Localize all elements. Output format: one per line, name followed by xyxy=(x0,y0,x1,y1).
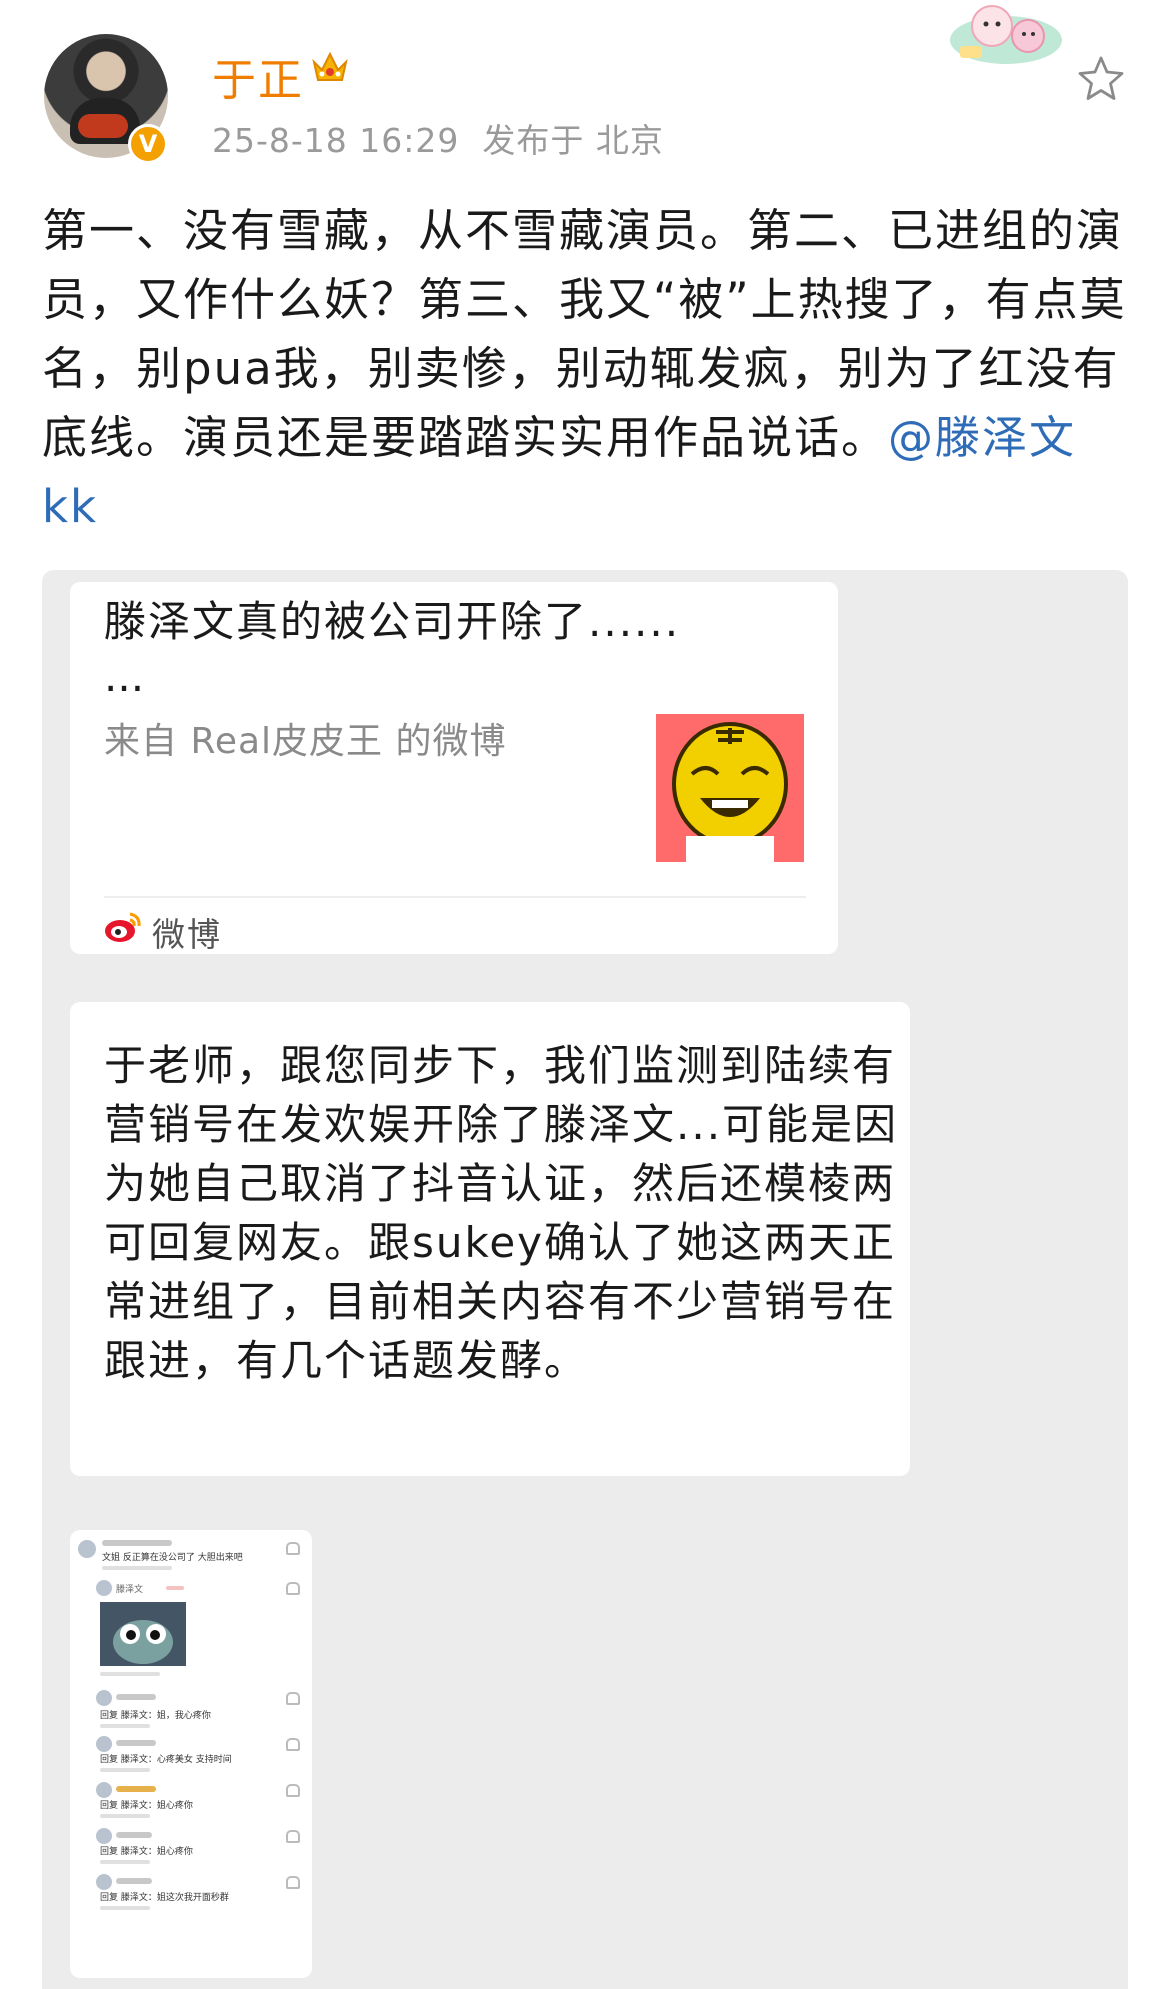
shared-card-title-continued: ... xyxy=(104,652,145,701)
replier-avatar xyxy=(96,1828,112,1844)
like-icon[interactable] xyxy=(286,1542,300,1555)
replier-avatar xyxy=(96,1690,112,1706)
shared-card-title: 滕泽文真的被公司开除了...... xyxy=(104,597,681,646)
like-icon[interactable] xyxy=(286,1582,300,1595)
reply-text: 回复 滕泽文：姐心疼你 xyxy=(100,1801,193,1811)
top-comment-text: 文姐 反正算在没公司了 大胆出来吧 xyxy=(102,1553,243,1563)
like-icon[interactable] xyxy=(286,1738,300,1751)
sticker-decoration xyxy=(950,5,1062,64)
comment-meta xyxy=(102,1566,172,1570)
replier-name xyxy=(116,1832,152,1838)
commenter-name xyxy=(102,1540,172,1546)
crown-icon xyxy=(312,51,348,81)
comment-meta xyxy=(100,1724,150,1728)
comment-meta xyxy=(100,1906,150,1910)
author-avatar xyxy=(96,1580,112,1596)
meme-image xyxy=(100,1602,186,1666)
location-prefix: 发布于 xyxy=(482,121,585,160)
comment-meta xyxy=(100,1814,150,1818)
weibo-brand-label: 微博 xyxy=(152,915,222,954)
weibo-logo-icon xyxy=(105,912,141,942)
replier-name xyxy=(116,1786,156,1792)
like-icon[interactable] xyxy=(286,1692,300,1705)
like-icon[interactable] xyxy=(286,1830,300,1843)
chat-message-text: 于老师，跟您同步下，我们监测到陆续有营销号在发欢娱开除了滕泽文...可能是因为她… xyxy=(104,1041,899,1385)
comment-screenshot[interactable]: 文姐 反正算在没公司了 大胆出来吧 滕泽文 回复 滕泽文：姐，我心疼你 回复 滕… xyxy=(70,1530,312,1978)
reply-text: 回复 滕泽文：姐心疼你 xyxy=(100,1847,193,1857)
commenter-avatar xyxy=(78,1540,96,1558)
reply-text: 回复 滕泽文：心疼美女 支持时间 xyxy=(100,1755,232,1765)
star-icon[interactable] xyxy=(1076,54,1126,104)
cartoon-face-thumbnail xyxy=(656,714,804,862)
author-badge xyxy=(166,1586,184,1590)
verified-badge-icon: V xyxy=(128,124,168,164)
chat-message-bubble: 于老师，跟您同步下，我们监测到陆续有营销号在发欢娱开除了滕泽文...可能是因为她… xyxy=(70,1002,910,1476)
replier-avatar xyxy=(96,1874,112,1890)
post-meta: 25-8-18 16:29 发布于 北京 xyxy=(212,114,664,162)
reply-author-name: 滕泽文 xyxy=(116,1585,144,1595)
timestamp: 25-8-18 16:29 xyxy=(212,121,460,160)
shared-card-source: 来自 Real皮皮王 的微博 xyxy=(104,721,507,762)
post-body: 第一、没有雪藏，从不雪藏演员。第二、已进组的演员，又作什么妖？第三、我又“被”上… xyxy=(42,196,1132,541)
replier-name xyxy=(116,1694,156,1700)
replier-avatar xyxy=(96,1782,112,1798)
comment-meta xyxy=(100,1768,150,1772)
like-icon[interactable] xyxy=(286,1784,300,1797)
replier-avatar xyxy=(96,1736,112,1752)
username[interactable]: 于正 xyxy=(212,44,304,108)
avatar-object xyxy=(78,114,128,138)
shared-weibo-card[interactable]: 滕泽文真的被公司开除了...... ... 来自 Real皮皮王 的微博 微博 xyxy=(70,582,838,954)
comment-meta xyxy=(100,1860,150,1864)
like-icon[interactable] xyxy=(286,1876,300,1889)
replier-name xyxy=(116,1740,156,1746)
shared-card-divider xyxy=(104,896,806,898)
replier-name xyxy=(116,1878,152,1884)
location: 北京 xyxy=(595,121,664,160)
reply-text: 回复 滕泽文：姐这次我开面秒群 xyxy=(100,1893,229,1903)
reply-text: 回复 滕泽文：姐，我心疼你 xyxy=(100,1711,211,1721)
comment-meta xyxy=(100,1672,160,1676)
